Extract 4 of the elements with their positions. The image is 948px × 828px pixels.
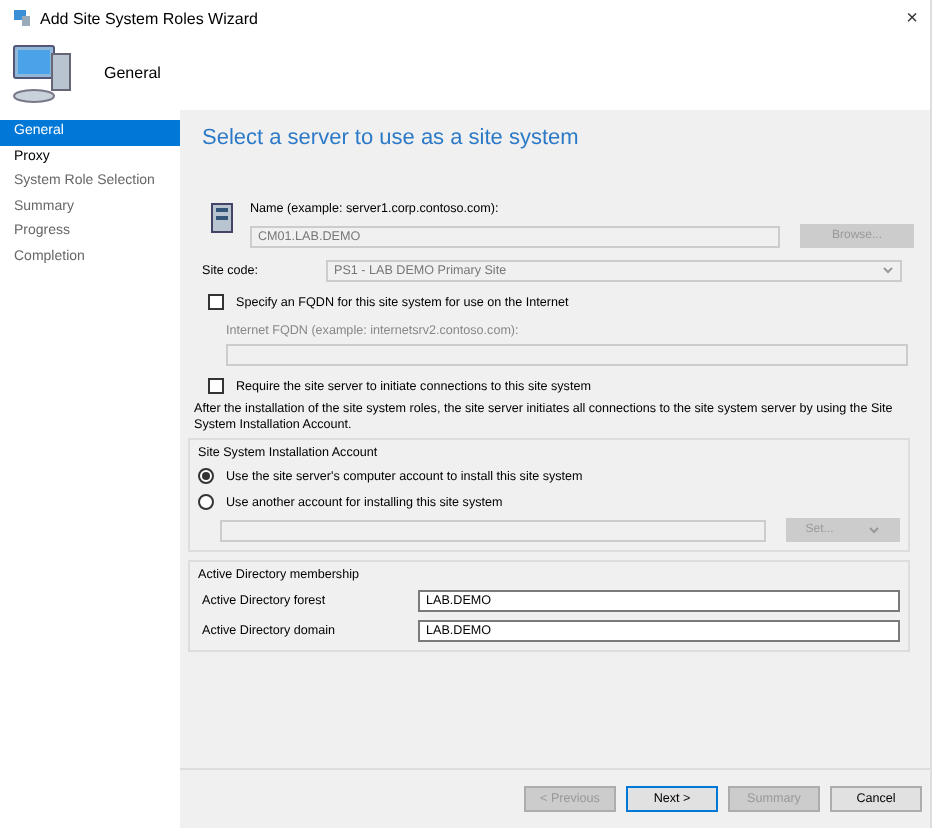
section-heading: Select a server to use as a site system [202, 126, 581, 150]
close-button[interactable]: × [906, 7, 918, 29]
page-title: General [104, 64, 161, 82]
window-title: Add Site System Roles Wizard [40, 9, 260, 27]
